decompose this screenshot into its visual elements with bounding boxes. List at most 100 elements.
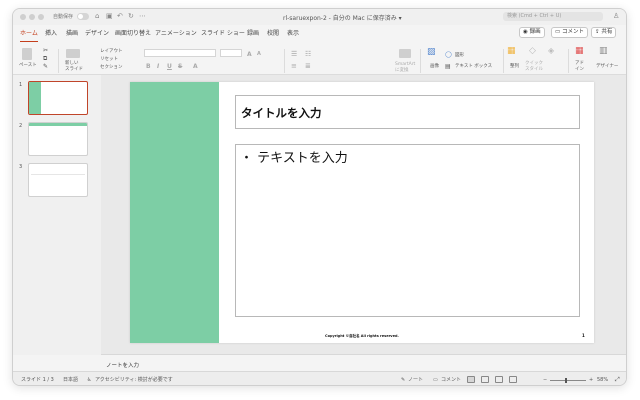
tab-slideshow[interactable]: スライド ショー	[201, 30, 245, 38]
layout-button[interactable]: レイアウト	[100, 49, 123, 55]
app-window: 自動保存 ⌂ ▣ ↶ ↻ ⋯ rl-saruexpon-2 - 自分の Mac …	[12, 8, 627, 386]
minimize-window-button[interactable]	[29, 14, 35, 20]
slideshow-view-button[interactable]	[509, 376, 517, 383]
thumbnail-number: 3	[19, 164, 23, 170]
comment-button[interactable]: ▭ コメント	[551, 27, 588, 38]
font-color-icon[interactable]: A	[193, 63, 198, 70]
addins-label[interactable]: アド イン	[575, 61, 584, 73]
thumbnail-accent	[29, 123, 87, 126]
tab-transitions[interactable]: 画面切り替え	[115, 30, 151, 38]
normal-view-button[interactable]	[467, 376, 475, 383]
redo-icon[interactable]: ↻	[128, 12, 134, 21]
bold-icon[interactable]: B	[146, 63, 151, 70]
zoom-out-icon[interactable]: −	[543, 377, 547, 383]
content-placeholder[interactable]: ・ テキストを入力	[235, 144, 580, 317]
ribbon-toolbar: ペースト ✂ ⧉ ✎ 新しい スライド レイアウト リセット セクション B I…	[13, 45, 626, 75]
strikethrough-icon[interactable]: S	[178, 63, 182, 70]
font-family-select[interactable]	[144, 49, 216, 57]
addins-icon[interactable]: ▦	[575, 47, 584, 56]
shape-fill-icon[interactable]: ◈	[548, 47, 554, 55]
arrange-icon[interactable]: ▦	[507, 47, 516, 56]
comment-icon: ▭	[555, 29, 562, 35]
save-icon[interactable]: ▣	[106, 12, 113, 21]
copy-icon[interactable]: ⧉	[43, 56, 47, 62]
accessibility-status[interactable]: アクセシビリティ: 検討が必要です	[95, 377, 173, 383]
tab-insert[interactable]: 挿入	[45, 30, 57, 38]
quick-styles-icon[interactable]: ◇	[529, 47, 536, 56]
tab-draw[interactable]: 描画	[66, 30, 78, 38]
undo-icon[interactable]: ↶	[117, 12, 123, 21]
tab-home[interactable]: ホーム	[20, 30, 38, 42]
bullets-icon[interactable]: ☰	[291, 51, 297, 58]
more-icon[interactable]: ⋯	[139, 12, 146, 21]
slide-thumbnail-1[interactable]	[28, 81, 88, 115]
section-button[interactable]: セクション	[100, 65, 123, 71]
ribbon-divider	[503, 49, 504, 73]
designer-icon[interactable]: ▥	[599, 47, 608, 56]
zoom-window-button[interactable]	[38, 14, 44, 20]
arrange-label[interactable]: 整列	[510, 64, 519, 70]
underline-icon[interactable]: U	[167, 63, 172, 70]
reset-button[interactable]: リセット	[100, 57, 118, 63]
close-window-button[interactable]	[20, 14, 26, 20]
justify-icon[interactable]: ≣	[305, 63, 311, 70]
format-painter-icon[interactable]: ✎	[43, 64, 48, 70]
autosave-toggle[interactable]	[77, 13, 89, 20]
cut-icon[interactable]: ✂	[43, 48, 48, 54]
zoom-level[interactable]: 58%	[597, 377, 608, 383]
notes-toggle[interactable]: ノート	[408, 377, 423, 383]
paste-label[interactable]: ペースト	[19, 63, 37, 69]
smartart-label[interactable]: SmartArt に変換	[395, 62, 415, 74]
reading-view-button[interactable]	[495, 376, 503, 383]
tab-review[interactable]: 校閲	[267, 30, 279, 38]
font-size-select[interactable]	[220, 49, 242, 57]
search-input[interactable]: 検索 (Cmd + Ctrl + U)	[503, 12, 603, 21]
align-icon[interactable]: ≡	[291, 63, 297, 70]
paste-icon[interactable]	[22, 48, 32, 60]
home-icon[interactable]: ⌂	[95, 12, 99, 21]
new-slide-icon[interactable]	[66, 49, 80, 58]
share-label: 共有	[601, 29, 613, 35]
comments-icon[interactable]: ▭	[433, 377, 438, 383]
shapes-icon[interactable]: ◯	[445, 52, 452, 58]
language-indicator[interactable]: 日本語	[63, 377, 78, 383]
textbox-icon[interactable]: ▤	[445, 64, 451, 70]
textbox-label[interactable]: テキスト ボックス	[455, 64, 492, 70]
tab-design[interactable]: デザイン	[85, 30, 109, 38]
slide-thumbnail-3[interactable]	[28, 163, 88, 197]
accessibility-icon[interactable]: ♿	[87, 377, 91, 383]
notes-pane[interactable]: ノートを入力	[101, 354, 626, 371]
record-button[interactable]: ◉ 録画	[519, 27, 545, 38]
tab-view[interactable]: 表示	[287, 30, 299, 38]
ribbon-divider	[568, 49, 569, 73]
account-icon[interactable]: ♙	[613, 12, 619, 20]
current-slide[interactable]: タイトルを入力 ・ テキストを入力 Copyright ©自社名 All rig…	[130, 82, 594, 343]
designer-label[interactable]: デザイナー	[596, 64, 618, 70]
italic-icon[interactable]: I	[157, 63, 159, 70]
share-button[interactable]: ⇪ 共有	[591, 27, 617, 38]
fit-slide-icon[interactable]: ⤢	[615, 377, 620, 383]
zoom-slider[interactable]	[550, 380, 586, 381]
tab-record[interactable]: 録画	[247, 30, 259, 38]
tab-animations[interactable]: アニメーション	[155, 30, 197, 38]
comments-toggle[interactable]: コメント	[441, 377, 461, 383]
zoom-in-icon[interactable]: +	[589, 377, 593, 383]
picture-label[interactable]: 画像	[430, 64, 439, 70]
slide-thumbnail-panel: 1 2 3	[13, 75, 101, 355]
shapes-label[interactable]: 図形	[455, 53, 464, 59]
zoom-slider-handle[interactable]	[565, 378, 567, 383]
ribbon-divider	[284, 49, 285, 73]
smartart-icon[interactable]	[399, 49, 411, 58]
numbering-icon[interactable]: ☷	[305, 51, 311, 58]
new-slide-label[interactable]: 新しい スライド	[65, 61, 83, 73]
picture-icon[interactable]: ▨	[427, 48, 436, 57]
grow-font-icon[interactable]: A	[247, 51, 252, 58]
shrink-font-icon[interactable]: A	[257, 51, 261, 57]
slide-thumbnail-2[interactable]	[28, 122, 88, 156]
title-placeholder[interactable]: タイトルを入力	[235, 95, 580, 129]
document-title[interactable]: rl-saruexpon-2 - 自分の Mac に保存済み ▾	[283, 13, 402, 22]
slide-number: 1	[582, 333, 585, 338]
notes-icon[interactable]: ✎	[401, 377, 405, 383]
slide-sorter-view-button[interactable]	[481, 376, 489, 383]
quick-styles-label[interactable]: クイック スタイル	[525, 61, 543, 73]
